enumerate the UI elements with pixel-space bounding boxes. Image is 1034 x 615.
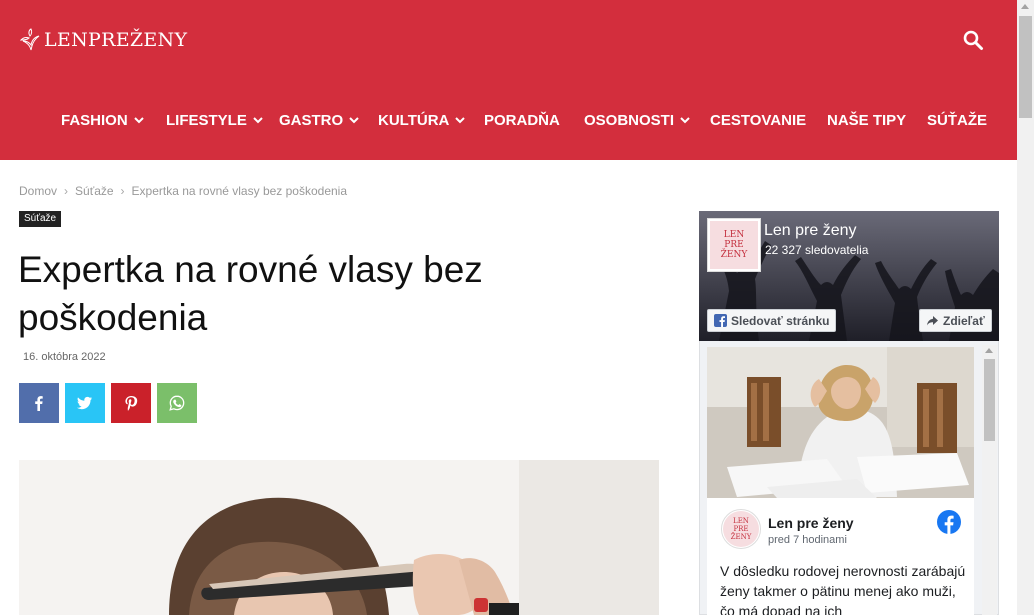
scroll-up-arrow-icon[interactable]: [1021, 4, 1029, 9]
share-arrow-icon: [927, 316, 938, 326]
share-whatsapp-button[interactable]: [157, 383, 197, 423]
nav-item-nase-tipy[interactable]: NAŠE TIPY: [827, 108, 906, 132]
nav-item-poradna[interactable]: PORADŇA: [484, 108, 560, 132]
flower-logo-icon: [20, 28, 40, 51]
whatsapp-icon: [169, 395, 185, 411]
nav-item-lifestyle[interactable]: LIFESTYLE: [166, 108, 263, 132]
nav-label: SÚŤAŽE: [927, 111, 987, 129]
nav-item-sutaze[interactable]: SÚŤAŽE: [927, 108, 987, 132]
post-avatar-logo: LEN PRE ŽENY: [723, 511, 759, 547]
pinterest-icon: [125, 396, 138, 411]
breadcrumb-separator-icon: ›: [64, 184, 69, 198]
share-label: Zdieľať: [943, 313, 985, 328]
search-icon[interactable]: [962, 29, 984, 51]
nav-label: NAŠE TIPY: [827, 111, 907, 129]
breadcrumb-home[interactable]: Domov: [19, 184, 57, 198]
avatar-line: LEN: [723, 230, 745, 240]
post-timestamp[interactable]: pred 7 hodinami: [768, 534, 847, 546]
chevron-down-icon: [133, 117, 144, 124]
avatar-line: PRE: [724, 240, 744, 250]
page-scrollbar[interactable]: [1017, 0, 1034, 615]
breadcrumb: Domov › Súťaže › Expertka na rovné vlasy…: [19, 184, 347, 198]
post-text: V dôsledku rodovej nerovnosti zarábajú ž…: [720, 563, 966, 615]
nav-item-fashion[interactable]: FASHION: [61, 108, 144, 132]
nav-item-kultura[interactable]: KULTÚRA: [378, 108, 466, 132]
breadcrumb-current: Expertka na rovné vlasy bez poškodenia: [131, 184, 348, 198]
nav-item-cestovanie[interactable]: CESTOVANIE: [710, 108, 806, 132]
share-pinterest-button[interactable]: [111, 383, 151, 423]
avatar-line: LEN: [733, 517, 749, 525]
twitter-icon: [77, 396, 92, 410]
nav-label: GASTRO: [279, 111, 344, 129]
nav-label: PORADŇA: [484, 111, 560, 129]
share-facebook-button[interactable]: [19, 383, 59, 423]
title-line: poškodenia: [18, 297, 208, 338]
scrollbar-thumb[interactable]: [1019, 16, 1032, 118]
breadcrumb-category[interactable]: Súťaže: [75, 184, 114, 198]
nav-item-gastro[interactable]: GASTRO: [279, 108, 359, 132]
post-author-avatar[interactable]: LEN PRE ŽENY: [721, 509, 761, 549]
post-image[interactable]: [707, 347, 974, 498]
fb-avatar-logo: LEN PRE ŽENY: [710, 221, 758, 269]
fb-follow-button[interactable]: Sledovať stránku: [707, 309, 837, 332]
fb-share-button[interactable]: Zdieľať: [919, 309, 992, 332]
avatar-line: ŽENY: [730, 533, 752, 541]
nav-label: LIFESTYLE: [166, 111, 247, 129]
chevron-down-icon: [455, 117, 466, 124]
nav-label: KULTÚRA: [378, 111, 450, 129]
avatar-line: PRE: [733, 525, 749, 533]
post-photo: [707, 347, 974, 498]
feed-scrollbar[interactable]: [982, 345, 997, 615]
facebook-icon: [35, 396, 43, 411]
site-logo[interactable]: LENPREŽENY: [20, 28, 187, 52]
page: LENPREŽENY FASHION LIFESTYLE GASTRO KULT…: [0, 0, 1034, 615]
chevron-down-icon: [680, 117, 690, 124]
follow-label: Sledovať stránku: [731, 313, 830, 328]
avatar-line: ŽENY: [720, 250, 748, 260]
scroll-up-arrow-icon[interactable]: [985, 348, 993, 353]
site-header: LENPREŽENY FASHION LIFESTYLE GASTRO KULT…: [0, 0, 1017, 160]
article-date: 16. októbra 2022: [23, 351, 106, 363]
fb-followers-count: 22 327 sledovatelia: [765, 243, 869, 257]
nav-label: OSOBNOSTI: [584, 111, 675, 129]
chevron-down-icon: [253, 117, 263, 124]
title-line: Expertka na rovné vlasy bez: [18, 249, 483, 290]
facebook-square-icon: [714, 314, 727, 327]
article-hero-image: [19, 460, 659, 615]
post-author-name[interactable]: Len pre ženy: [768, 515, 854, 531]
category-badge[interactable]: Súťaže: [19, 211, 62, 227]
chevron-down-icon: [349, 117, 359, 124]
share-twitter-button[interactable]: [65, 383, 105, 423]
logo-text: LENPREŽENY: [44, 29, 188, 51]
nav-item-osobnosti[interactable]: OSOBNOSTI: [584, 108, 690, 132]
main-nav: FASHION LIFESTYLE GASTRO KULTÚRA PORADŇA…: [0, 108, 1017, 132]
fb-post[interactable]: LEN PRE ŽENY Len pre ženy pred 7 hodinam…: [707, 347, 974, 615]
nav-label: FASHION: [61, 111, 128, 129]
article-title: Expertka na rovné vlasy bez poškodenia: [18, 246, 658, 342]
scrollbar-thumb[interactable]: [984, 359, 995, 441]
fb-page-name[interactable]: Len pre ženy: [764, 222, 857, 240]
breadcrumb-separator-icon: ›: [120, 184, 125, 198]
facebook-circle-icon[interactable]: [937, 510, 961, 534]
fb-page-avatar[interactable]: LEN PRE ŽENY: [707, 218, 761, 272]
hero-photo: [19, 460, 659, 615]
nav-label: CESTOVANIE: [710, 111, 807, 129]
